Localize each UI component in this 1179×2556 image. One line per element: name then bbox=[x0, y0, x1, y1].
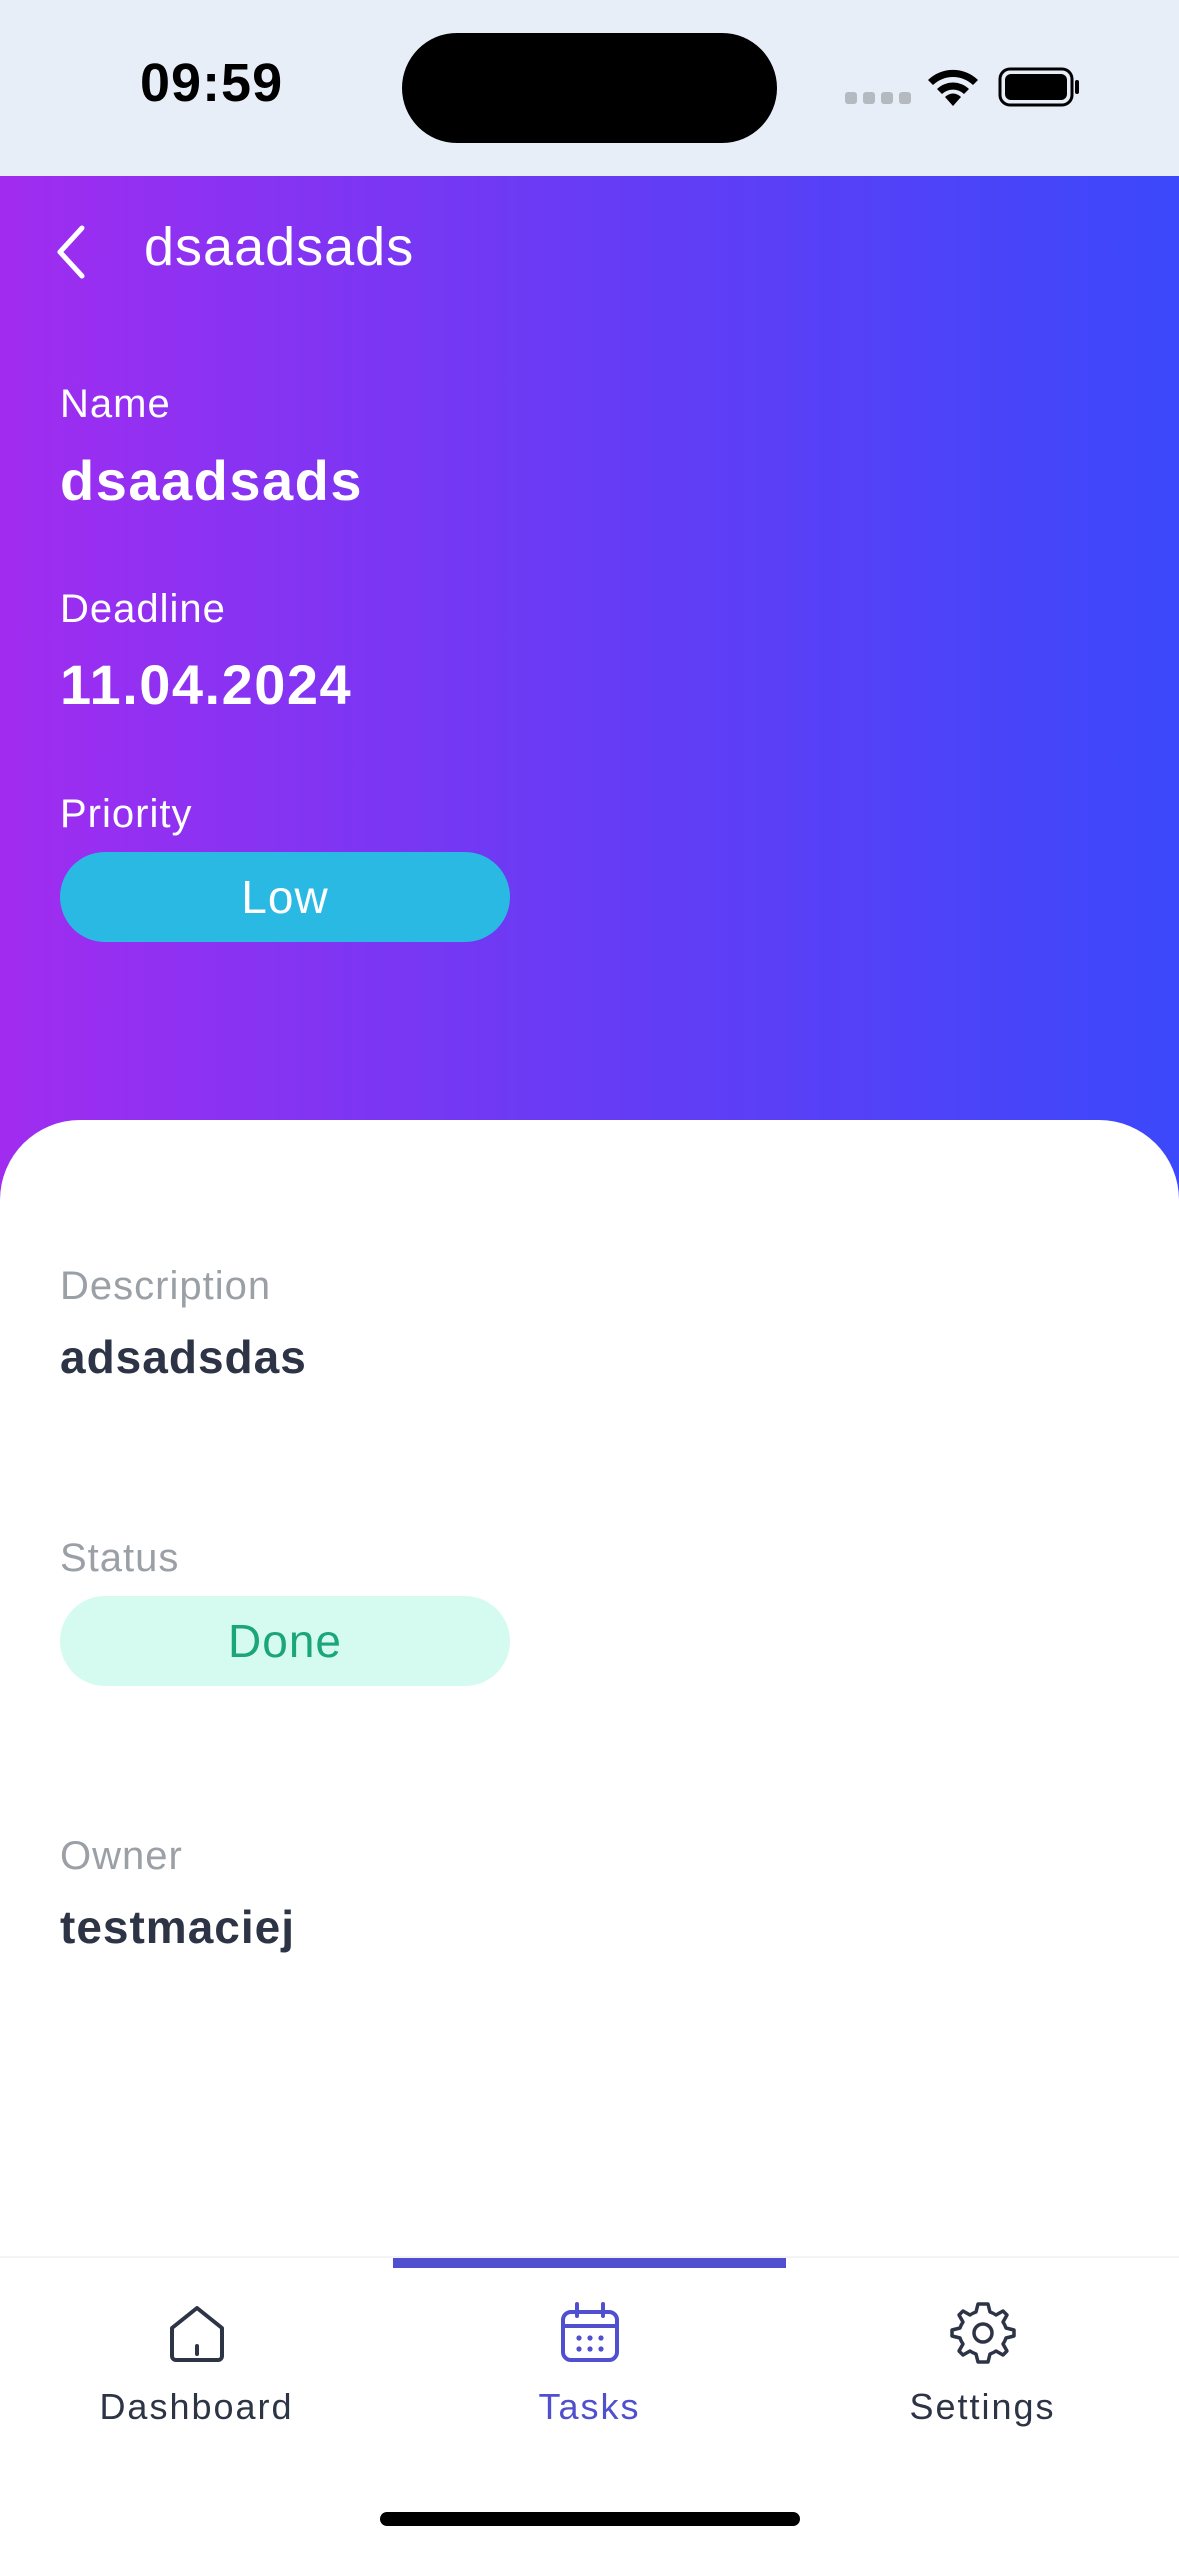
status-bar: 09:59 bbox=[0, 0, 1179, 176]
cellular-signal-icon bbox=[845, 92, 911, 104]
tab-settings[interactable]: Settings bbox=[786, 2258, 1179, 2458]
task-details-card: Description adsadsdas Status Done Owner … bbox=[0, 1120, 1179, 2256]
page-title: dsaadsads bbox=[144, 217, 415, 277]
owner-label: Owner bbox=[60, 1834, 183, 1878]
tab-tasks[interactable]: Tasks bbox=[393, 2258, 786, 2458]
owner-value: testmaciej bbox=[60, 1901, 296, 1953]
status-badge: Done bbox=[60, 1596, 510, 1686]
status-time: 09:59 bbox=[140, 53, 284, 113]
description-value: adsadsdas bbox=[60, 1331, 307, 1383]
priority-label: Priority bbox=[60, 792, 193, 836]
task-header: dsaadsads Name dsaadsads Deadline 11.04.… bbox=[0, 176, 1179, 1206]
description-label: Description bbox=[60, 1264, 272, 1308]
tab-dashboard[interactable]: Dashboard bbox=[0, 2258, 393, 2458]
priority-badge: Low bbox=[60, 852, 510, 942]
status-label: Status bbox=[60, 1536, 180, 1580]
name-value: dsaadsads bbox=[60, 449, 363, 512]
home-indicator[interactable] bbox=[380, 2512, 800, 2526]
battery-icon bbox=[998, 67, 1079, 107]
name-label: Name bbox=[60, 382, 171, 426]
back-button[interactable] bbox=[48, 220, 96, 284]
gear-icon bbox=[949, 2302, 1016, 2364]
tab-tasks-label: Tasks bbox=[538, 2386, 641, 2427]
wifi-icon bbox=[928, 69, 978, 106]
home-icon bbox=[169, 2306, 224, 2362]
tab-settings-label: Settings bbox=[909, 2386, 1056, 2427]
tab-dashboard-label: Dashboard bbox=[99, 2386, 294, 2427]
calendar-icon bbox=[560, 2302, 619, 2362]
deadline-label: Deadline bbox=[60, 587, 226, 631]
deadline-value: 11.04.2024 bbox=[60, 653, 353, 716]
dynamic-island bbox=[402, 33, 777, 143]
tab-bar: Dashboard Tasks Settings bbox=[0, 2256, 1179, 2556]
